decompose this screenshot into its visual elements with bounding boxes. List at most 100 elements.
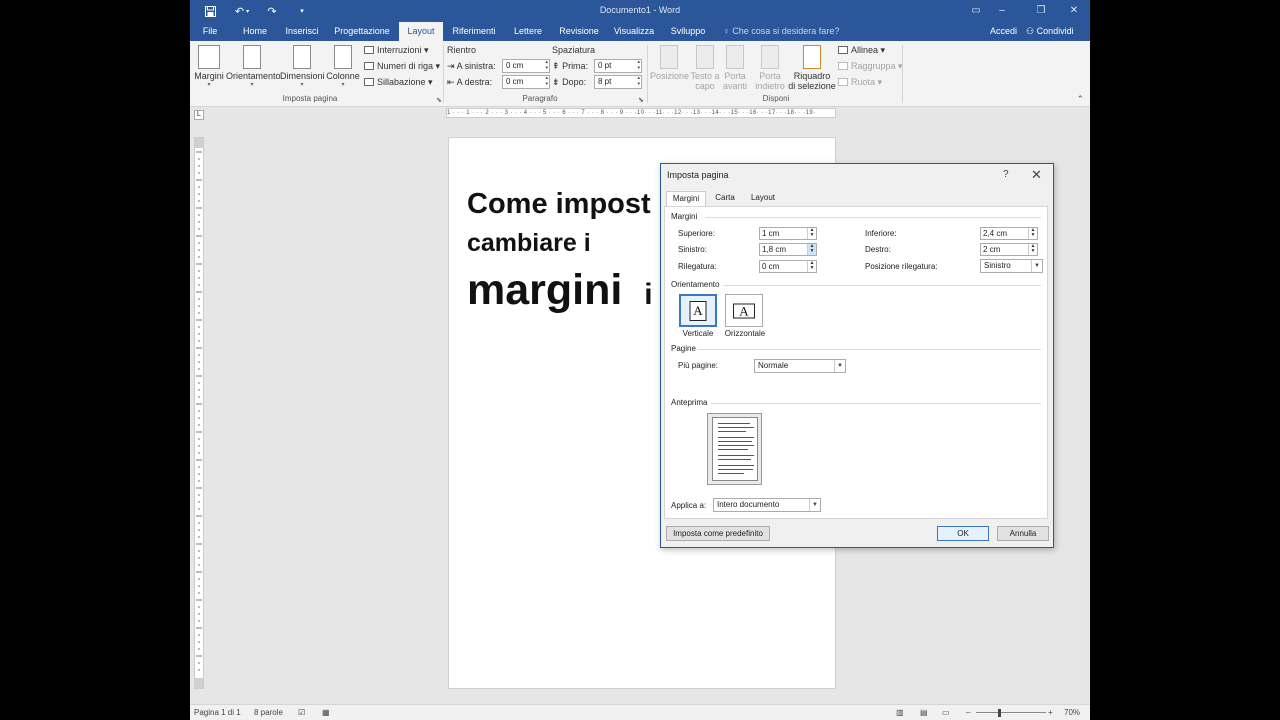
landscape-page-icon: A bbox=[733, 303, 755, 318]
help-icon[interactable]: ? bbox=[1003, 169, 1009, 180]
gutter-position-select[interactable]: Sinistro ▼ bbox=[980, 259, 1043, 273]
wrap-text-button[interactable]: Testo a capo bbox=[688, 45, 722, 91]
indent-left-text: A sinistra: bbox=[456, 61, 496, 71]
chevron-down-icon: ▼ bbox=[809, 499, 820, 511]
tab-margins[interactable]: Margini bbox=[666, 191, 706, 207]
tab-selector-icon[interactable]: L bbox=[194, 110, 204, 120]
apply-to-select[interactable]: Intero documento ▼ bbox=[713, 498, 821, 512]
tab-developer[interactable]: Sviluppo bbox=[666, 22, 710, 41]
spin-arrows-icon[interactable]: ▲ ▼ bbox=[1028, 244, 1037, 255]
breaks-button[interactable]: Interruzioni ▾ bbox=[364, 43, 429, 57]
spin-arrows-icon[interactable]: ▴ ▾ bbox=[637, 59, 640, 71]
proofing-icon[interactable]: ☑ bbox=[298, 708, 305, 717]
zoom-in-icon[interactable]: + bbox=[1048, 708, 1053, 717]
tab-insert[interactable]: Inserisci bbox=[284, 22, 320, 41]
spin-arrows-icon[interactable]: ▲ ▼ bbox=[807, 261, 816, 272]
close-icon[interactable]: ✕ bbox=[1066, 3, 1082, 19]
share-button[interactable]: ⚇ Condividi bbox=[1026, 22, 1074, 41]
spacing-before-input[interactable]: 0 pt ▴ ▾ bbox=[594, 59, 642, 73]
size-icon bbox=[293, 45, 311, 69]
zoom-slider-thumb[interactable] bbox=[998, 709, 1001, 717]
tab-home[interactable]: Home bbox=[238, 22, 272, 41]
spin-arrows-icon[interactable]: ▴ ▾ bbox=[637, 75, 640, 87]
indent-right-input[interactable]: 0 cm ▴ ▾ bbox=[502, 75, 550, 89]
horizontal-ruler[interactable]: 1 · · · 1 · · · 2 · · · 3 · · · 4 · · · … bbox=[446, 108, 836, 118]
bottom-margin-value: 2,4 cm bbox=[983, 229, 1008, 238]
bottom-margin-input[interactable]: 2,4 cm ▲ ▼ bbox=[980, 227, 1038, 240]
apply-to-label: Applica a: bbox=[671, 501, 707, 510]
selection-pane-icon bbox=[803, 45, 821, 69]
print-layout-icon[interactable]: ▤ bbox=[920, 708, 928, 717]
group-button[interactable]: Raggruppa ▾ bbox=[838, 59, 903, 73]
spin-arrows-icon[interactable]: ▲ ▼ bbox=[807, 244, 816, 255]
bring-forward-button[interactable]: Porta avanti bbox=[720, 45, 750, 91]
right-margin-input[interactable]: 2 cm ▲ ▼ bbox=[980, 243, 1038, 256]
tell-me-search[interactable]: ♀ Che cosa si desidera fare? bbox=[723, 22, 839, 41]
hyphenation-button[interactable]: Sillabazione ▾ bbox=[364, 75, 433, 89]
read-mode-icon[interactable]: ▥ bbox=[896, 708, 904, 717]
columns-icon bbox=[334, 45, 352, 69]
tab-design[interactable]: Progettazione bbox=[332, 22, 392, 41]
set-as-default-button[interactable]: Imposta come predefinito bbox=[666, 526, 770, 541]
spacing-before-label: ⇞ Prima: bbox=[552, 59, 588, 73]
gutter-input[interactable]: 0 cm ▲ ▼ bbox=[759, 260, 817, 273]
tab-references[interactable]: Riferimenti bbox=[450, 22, 498, 41]
portrait-option[interactable]: A bbox=[679, 294, 717, 327]
zoom-slider-track[interactable] bbox=[976, 712, 1046, 713]
multiple-pages-select[interactable]: Normale ▼ bbox=[754, 359, 846, 373]
size-button[interactable]: Dimensioni ▾ bbox=[280, 45, 325, 88]
tab-layout[interactable]: Layout bbox=[399, 22, 443, 41]
tab-file[interactable]: File bbox=[196, 22, 224, 41]
tab-mailings[interactable]: Lettere bbox=[510, 22, 546, 41]
restore-icon[interactable]: ❐ bbox=[1033, 3, 1049, 19]
sign-in-link[interactable]: Accedi bbox=[990, 22, 1017, 41]
spin-arrows-icon[interactable]: ▲ ▼ bbox=[1028, 228, 1037, 239]
send-backward-button[interactable]: Porta indietro bbox=[752, 45, 788, 91]
tab-review[interactable]: Revisione bbox=[556, 22, 602, 41]
zoom-out-icon[interactable]: – bbox=[966, 708, 970, 717]
selection-pane-button[interactable]: Riquadro di selezione bbox=[788, 45, 836, 91]
ok-button[interactable]: OK bbox=[937, 526, 989, 541]
rotate-button[interactable]: Ruota ▾ bbox=[838, 75, 882, 89]
collapse-ribbon-icon[interactable]: ⌃ bbox=[1076, 94, 1084, 105]
vertical-ruler[interactable] bbox=[194, 137, 204, 689]
page-setup-launcher-icon[interactable]: ⬊ bbox=[436, 96, 442, 104]
page-count[interactable]: Pagina 1 di 1 bbox=[194, 708, 241, 717]
web-layout-icon[interactable]: ▭ bbox=[942, 708, 950, 717]
minimize-icon[interactable]: – bbox=[994, 3, 1010, 19]
zoom-level[interactable]: 70% bbox=[1064, 708, 1080, 717]
chevron-down-icon: ▾ bbox=[207, 82, 211, 88]
left-margin-input[interactable]: 1,8 cm ▲ ▼ bbox=[759, 243, 817, 256]
line-numbers-button[interactable]: Numeri di riga ▾ bbox=[364, 59, 440, 73]
spin-arrows-icon[interactable]: ▴ ▾ bbox=[545, 59, 548, 71]
right-margin-label: Destro: bbox=[865, 245, 891, 254]
word-count[interactable]: 8 parole bbox=[254, 708, 283, 717]
line-numbers-label: Numeri di riga bbox=[377, 61, 434, 71]
ribbon-display-icon[interactable]: ▭ bbox=[968, 3, 984, 19]
indent-right-text: A destra: bbox=[456, 77, 493, 87]
indent-left-input[interactable]: 0 cm ▴ ▾ bbox=[502, 59, 550, 73]
paragraph-launcher-icon[interactable]: ⬊ bbox=[638, 96, 644, 104]
orientation-button[interactable]: Orientamento ▾ bbox=[226, 45, 281, 88]
tab-paper[interactable]: Carta bbox=[709, 191, 741, 206]
spin-arrows-icon[interactable]: ▲ ▼ bbox=[807, 228, 816, 239]
margins-button[interactable]: Margini ▾ bbox=[194, 45, 224, 88]
spacing-after-input[interactable]: 8 pt ▴ ▾ bbox=[594, 75, 642, 89]
line-numbers-icon bbox=[364, 62, 374, 70]
dialog-close-icon[interactable]: ✕ bbox=[1031, 167, 1042, 183]
group-divider bbox=[647, 45, 648, 103]
send-backward-icon bbox=[761, 45, 779, 69]
position-button[interactable]: Posizione bbox=[650, 45, 689, 81]
columns-button[interactable]: Colonne ▾ bbox=[326, 45, 360, 88]
breaks-icon bbox=[364, 46, 374, 54]
landscape-option[interactable]: A bbox=[725, 294, 763, 327]
tab-layout-dialog[interactable]: Layout bbox=[745, 191, 781, 206]
dialog-body: Margini Superiore: 1 cm ▲ ▼ Inferiore: 2,4… bbox=[664, 206, 1048, 519]
tab-view[interactable]: Visualizza bbox=[612, 22, 656, 41]
align-button[interactable]: Allinea ▾ bbox=[838, 43, 885, 57]
spin-arrows-icon[interactable]: ▴ ▾ bbox=[545, 75, 548, 87]
cancel-button[interactable]: Annulla bbox=[997, 526, 1049, 541]
macro-recording-icon[interactable]: ▦ bbox=[322, 708, 330, 717]
top-margin-input[interactable]: 1 cm ▲ ▼ bbox=[759, 227, 817, 240]
spacing-before-value: 0 pt bbox=[598, 61, 612, 70]
